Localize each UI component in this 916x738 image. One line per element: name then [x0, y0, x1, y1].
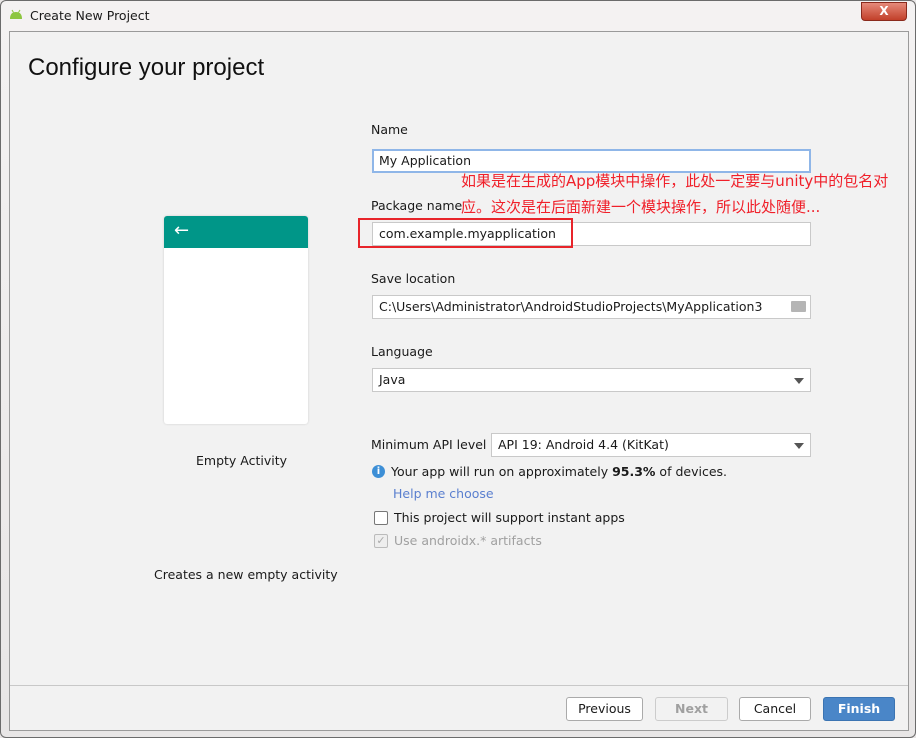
- previous-button[interactable]: Previous: [566, 697, 643, 721]
- chevron-down-icon: [794, 378, 804, 384]
- annotation-highlight-box: [358, 218, 573, 248]
- min-api-select[interactable]: API 19: Android 4.4 (KitKat): [491, 433, 811, 457]
- preview-app-bar: ←: [164, 216, 308, 248]
- language-select[interactable]: Java: [372, 368, 811, 392]
- instant-apps-label: This project will support instant apps: [394, 510, 625, 525]
- folder-icon[interactable]: [791, 301, 806, 312]
- annotation-line-1: 如果是在生成的App模块中操作，此处一定要与unity中的包名对: [461, 172, 889, 190]
- finish-button[interactable]: Finish: [823, 697, 895, 721]
- content-panel: Configure your project ← Empty Activity …: [9, 31, 909, 731]
- device-coverage-text: Your app will run on approximately 95.3%…: [391, 464, 727, 479]
- template-description: Creates a new empty activity: [154, 567, 338, 582]
- cancel-button[interactable]: Cancel: [739, 697, 811, 721]
- min-api-label: Minimum API level: [371, 437, 487, 452]
- chevron-down-icon: [794, 443, 804, 449]
- save-location-value: C:\Users\Administrator\AndroidStudioProj…: [379, 299, 763, 314]
- save-location-label: Save location: [371, 271, 456, 286]
- annotation-line-2: 应。这次是在后面新建一个模块操作，所以此处随便...: [461, 198, 821, 216]
- androidx-label: Use androidx.* artifacts: [394, 533, 542, 548]
- template-preview[interactable]: ←: [164, 216, 308, 424]
- title-bar: Create New Project X: [1, 1, 915, 31]
- language-value: Java: [379, 372, 406, 387]
- page-title: Configure your project: [28, 54, 265, 81]
- window-title: Create New Project: [30, 8, 150, 23]
- dialog-window: Create New Project X Configure your proj…: [0, 0, 916, 738]
- footer-divider: [10, 685, 908, 686]
- package-label: Package name: [371, 198, 463, 213]
- save-location-input[interactable]: C:\Users\Administrator\AndroidStudioProj…: [372, 295, 811, 319]
- back-arrow-icon: ←: [174, 220, 190, 241]
- next-button[interactable]: Next: [655, 697, 728, 721]
- language-label: Language: [371, 344, 433, 359]
- android-icon: [10, 9, 22, 19]
- name-label: Name: [371, 122, 408, 137]
- instant-apps-checkbox[interactable]: [374, 511, 388, 525]
- help-me-choose-link[interactable]: Help me choose: [393, 486, 494, 501]
- info-icon: i: [372, 465, 385, 478]
- template-name: Empty Activity: [196, 453, 288, 468]
- androidx-checkbox[interactable]: ✓: [374, 534, 388, 548]
- close-button[interactable]: X: [861, 2, 907, 21]
- min-api-value: API 19: Android 4.4 (KitKat): [498, 437, 669, 452]
